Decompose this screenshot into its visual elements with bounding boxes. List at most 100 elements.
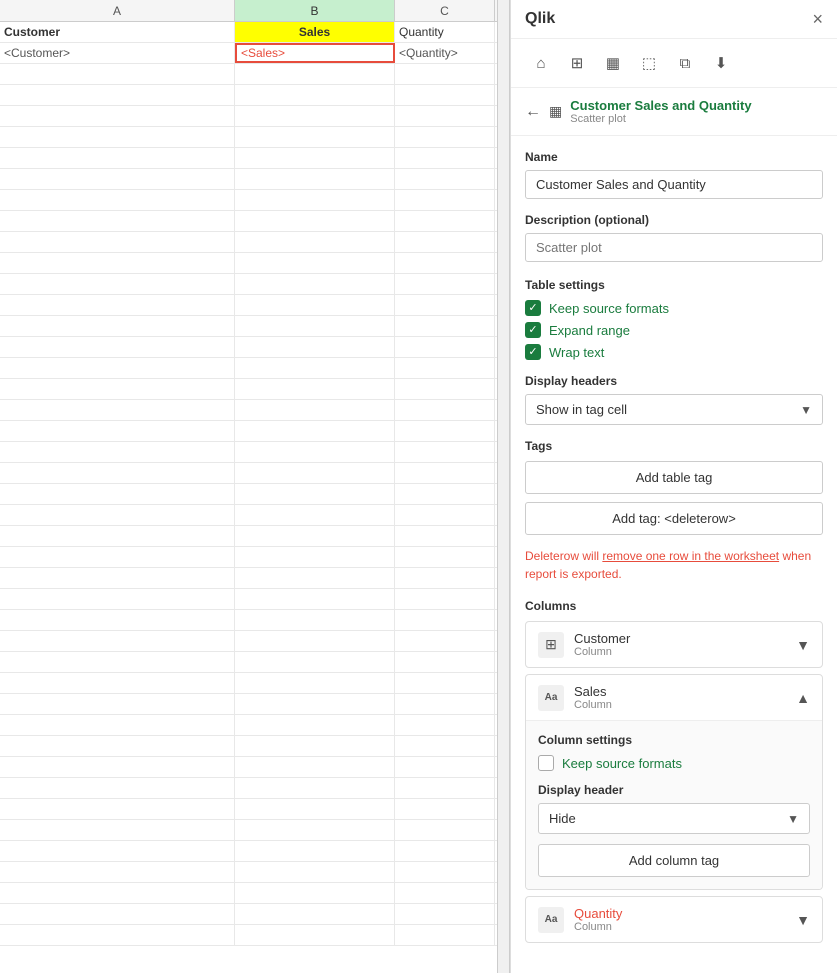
add-table-tag-button[interactable]: Add table tag [525,461,823,494]
name-input[interactable] [525,170,823,199]
empty-row [0,904,509,925]
empty-row [0,85,509,106]
col-keep-source-formats-row: Keep source formats [538,755,810,771]
panel-nav: ⌂ ⊞ ▦ ⬚ ⧉ ⬇ [511,39,837,88]
empty-row [0,442,509,463]
home-icon[interactable]: ⌂ [525,47,557,79]
deleterow-note-text: Deleterow will remove one row in the wor… [525,549,811,581]
table-settings-title: Table settings [525,278,823,292]
spreadsheet-rows: Customer Sales Quantity <Customer> <Sale… [0,22,509,946]
sales-column-name: Sales [574,684,786,699]
text-icon: Aa [545,692,558,703]
expand-range-row: ✓ Expand range [525,322,823,338]
scrollbar[interactable] [497,0,509,973]
empty-row [0,274,509,295]
data-sales: <Sales> [235,43,395,63]
display-headers-label: Display headers [525,374,823,388]
layers-icon[interactable]: ⧉ [669,47,701,79]
customer-column-type: Column [574,646,786,658]
col-header-c: C [395,0,495,21]
empty-row [0,589,509,610]
empty-row [0,127,509,148]
col-header-a: A [0,0,235,21]
empty-row [0,106,509,127]
col-keep-source-formats-label: Keep source formats [562,756,682,771]
col-settings-title: Column settings [538,733,810,747]
chevron-down-icon: ▼ [796,637,810,653]
column-headers: A B C [0,0,509,22]
quantity-col-icon: Aa [538,907,564,933]
customer-col-icon: ⊞ [538,632,564,658]
description-label: Description (optional) [525,213,823,227]
empty-row [0,484,509,505]
download-icon[interactable]: ⬇ [705,47,737,79]
sales-column-expanded: Column settings Keep source formats Disp… [526,720,822,889]
empty-row [0,673,509,694]
panel-header: Qlik × [511,0,837,39]
chart-icon: ▦ [549,103,562,120]
customer-column-header[interactable]: ⊞ Customer Column ▼ [526,622,822,667]
quantity-column-item: Aa Quantity Column ▼ [525,896,823,943]
keep-source-formats-checkbox[interactable]: ✓ [525,300,541,316]
empty-row [0,232,509,253]
empty-row [0,736,509,757]
empty-row [0,64,509,85]
quantity-column-name: Quantity [574,906,786,921]
back-button[interactable]: ← [525,103,541,121]
empty-row [0,400,509,421]
columns-title: Columns [525,599,823,613]
empty-row [0,526,509,547]
display-headers-dropdown[interactable]: Show in tag cell ▼ [525,394,823,425]
customer-column-name: Customer [574,631,786,646]
breadcrumb-subtitle: Scatter plot [570,113,751,125]
wrap-text-checkbox[interactable]: ✓ [525,344,541,360]
grid-icon[interactable]: ⬚ [633,47,665,79]
empty-row [0,568,509,589]
display-header-value: Hide [549,811,576,826]
columns-icon[interactable]: ▦ [597,47,629,79]
table-icon[interactable]: ⊞ [561,47,593,79]
sales-column-type: Column [574,699,786,711]
data-customer: <Customer> [0,43,235,63]
qlik-panel: Qlik × ⌂ ⊞ ▦ ⬚ ⧉ ⬇ ← ▦ Customer Sales an… [510,0,837,973]
display-header-label: Display header [538,783,810,797]
checkmark-icon: ✓ [528,325,537,336]
empty-row [0,421,509,442]
close-button[interactable]: × [812,10,823,28]
empty-row [0,883,509,904]
chevron-down-icon: ▼ [787,812,799,826]
name-label: Name [525,150,823,164]
display-header-dropdown[interactable]: Hide ▼ [538,803,810,834]
checkmark-icon: ✓ [528,347,537,358]
display-headers-value: Show in tag cell [536,402,627,417]
empty-row [0,463,509,484]
empty-row [0,820,509,841]
quantity-column-header[interactable]: Aa Quantity Column ▼ [526,897,822,942]
customer-column-item: ⊞ Customer Column ▼ [525,621,823,668]
description-input[interactable] [525,233,823,262]
empty-row [0,862,509,883]
empty-row [0,190,509,211]
header-quantity: Quantity [395,22,495,42]
expand-range-label: Expand range [549,323,630,338]
sales-column-header[interactable]: Aa Sales Column ▲ [526,675,822,720]
col-keep-source-formats-checkbox[interactable] [538,755,554,771]
breadcrumb-title: Customer Sales and Quantity [570,98,751,113]
empty-row [0,757,509,778]
sales-column-info: Sales Column [574,684,786,711]
add-deleterow-tag-button[interactable]: Add tag: <deleterow> [525,502,823,535]
expand-range-checkbox[interactable]: ✓ [525,322,541,338]
deleterow-note: Deleterow will remove one row in the wor… [525,547,823,583]
empty-row [0,778,509,799]
empty-row [0,337,509,358]
text-icon: Aa [545,914,558,925]
empty-row [0,652,509,673]
empty-row [0,799,509,820]
add-column-tag-button[interactable]: Add column tag [538,844,810,877]
panel-title: Qlik [525,10,555,28]
empty-row [0,316,509,337]
empty-row [0,253,509,274]
col-header-b: B [235,0,395,21]
empty-row [0,631,509,652]
empty-row [0,715,509,736]
